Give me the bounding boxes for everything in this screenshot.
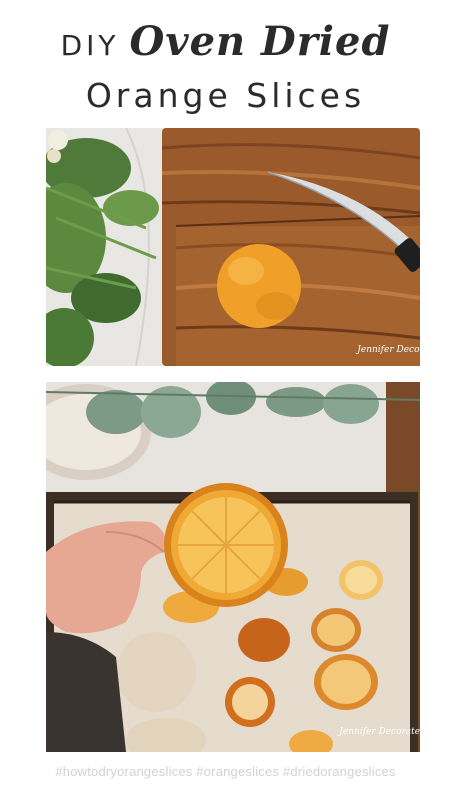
title-script: Oven Dried (129, 18, 391, 65)
photo-dried-slices: Jennifer Decorates (46, 382, 420, 752)
title-line-1: DIY Oven Dried (0, 18, 451, 72)
photo-cutting-board: Jennifer Decorates (46, 128, 420, 366)
dried-slices-scene: Jennifer Decorates (46, 382, 420, 752)
photo-watermark-bottom: Jennifer Decorates (337, 727, 420, 737)
title-prefix: DIY (60, 29, 120, 62)
cutting-board-scene: Jennifer Decorates (46, 128, 420, 366)
held-orange-slice (164, 483, 288, 607)
orange (217, 244, 301, 328)
photo-watermark-top: Jennifer Decorates (355, 345, 420, 355)
hashtags: #howtodryorangeslices #orangeslices #dri… (55, 764, 396, 779)
pin-card: DIY Oven Dried Orange Slices Jennifer De… (0, 0, 451, 800)
title-block: DIY Oven Dried Orange Slices (0, 10, 451, 120)
cutting-board (161, 128, 420, 366)
title-main: Orange Slices (85, 76, 366, 115)
